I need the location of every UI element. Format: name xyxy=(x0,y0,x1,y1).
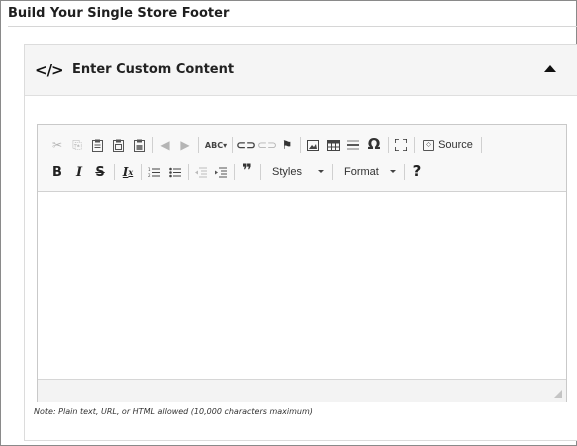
toolbar-separator xyxy=(300,137,301,153)
horizontal-line-icon[interactable] xyxy=(346,135,360,155)
help-button[interactable]: ? xyxy=(410,161,424,181)
chevron-down-icon xyxy=(318,170,324,173)
numbered-list-icon[interactable]: 12 xyxy=(147,162,161,182)
spellcheck-icon[interactable]: ABC▾ xyxy=(204,135,228,155)
cut-icon[interactable]: ✂ xyxy=(50,135,64,155)
rich-text-editor: ✂ ⎘ ◀ ▶ ABC▾ ⊂⊃ ⊂⊃ ⚑ Ω ◇ Source B I S I … xyxy=(37,124,567,402)
editor-toolbar: ✂ ⎘ ◀ ▶ ABC▾ ⊂⊃ ⊂⊃ ⚑ Ω ◇ Source B I S I … xyxy=(38,125,566,192)
styles-label: Styles xyxy=(272,166,302,178)
title-divider xyxy=(8,26,577,27)
unlink-icon[interactable]: ⊂⊃ xyxy=(257,135,277,155)
italic-button[interactable]: I xyxy=(72,162,86,182)
paste-word-icon[interactable] xyxy=(132,135,146,155)
toolbar-separator xyxy=(152,137,153,153)
caret-up-icon[interactable] xyxy=(544,65,556,72)
toolbar-separator xyxy=(481,137,482,153)
svg-text:1: 1 xyxy=(148,167,151,172)
maximize-icon[interactable] xyxy=(394,135,408,155)
indent-icon[interactable] xyxy=(214,162,228,182)
paste-text-icon[interactable] xyxy=(111,135,125,155)
copy-icon[interactable]: ⎘ xyxy=(70,135,84,155)
resize-grip-icon[interactable] xyxy=(554,390,562,398)
page-title: Build Your Single Store Footer xyxy=(8,6,230,21)
toolbar-separator xyxy=(388,137,389,153)
source-icon: ◇ xyxy=(423,139,435,151)
link-icon[interactable]: ⊂⊃ xyxy=(236,135,256,155)
anchor-flag-icon[interactable]: ⚑ xyxy=(280,135,294,155)
bullet-list-icon[interactable] xyxy=(168,162,182,182)
footer-builder-window: Build Your Single Store Footer </> Enter… xyxy=(0,0,577,446)
undo-icon[interactable]: ◀ xyxy=(158,135,172,155)
toolbar-separator xyxy=(141,164,142,180)
toolbar-separator xyxy=(332,164,333,180)
toolbar-separator xyxy=(234,164,235,180)
editor-content-area[interactable] xyxy=(38,192,566,378)
special-char-icon[interactable]: Ω xyxy=(366,134,382,154)
redo-icon[interactable]: ▶ xyxy=(178,135,192,155)
panel-title: Enter Custom Content xyxy=(72,62,235,77)
toolbar-separator xyxy=(198,137,199,153)
content-note: Note: Plain text, URL, or HTML allowed (… xyxy=(34,407,313,416)
styles-dropdown[interactable]: Styles xyxy=(266,163,328,181)
svg-text:2: 2 xyxy=(148,173,151,178)
source-label: Source xyxy=(438,139,473,151)
panel-header[interactable]: </> Enter Custom Content xyxy=(25,45,577,96)
clear-format-button[interactable]: Ix xyxy=(120,162,136,182)
toolbar-separator xyxy=(404,164,405,180)
chevron-down-icon xyxy=(390,170,396,173)
editor-status-bar xyxy=(38,379,566,402)
source-button[interactable]: ◇ Source xyxy=(420,135,476,155)
toolbar-separator xyxy=(232,137,233,153)
table-icon[interactable] xyxy=(326,135,340,155)
toolbar-separator xyxy=(188,164,189,180)
code-icon: </> xyxy=(35,61,64,79)
format-dropdown[interactable]: Format xyxy=(338,163,400,181)
paste-icon[interactable] xyxy=(90,135,104,155)
blockquote-icon[interactable]: ❞ xyxy=(240,161,254,181)
format-label: Format xyxy=(344,166,379,178)
toolbar-separator xyxy=(260,164,261,180)
bold-button[interactable]: B xyxy=(50,162,64,182)
toolbar-separator xyxy=(114,164,115,180)
outdent-icon[interactable] xyxy=(194,162,208,182)
toolbar-separator xyxy=(414,137,415,153)
image-icon[interactable] xyxy=(306,135,320,155)
strikethrough-button[interactable]: S xyxy=(93,162,107,182)
custom-content-panel: </> Enter Custom Content ✂ ⎘ ◀ ▶ ABC▾ ⊂⊃… xyxy=(24,44,577,441)
